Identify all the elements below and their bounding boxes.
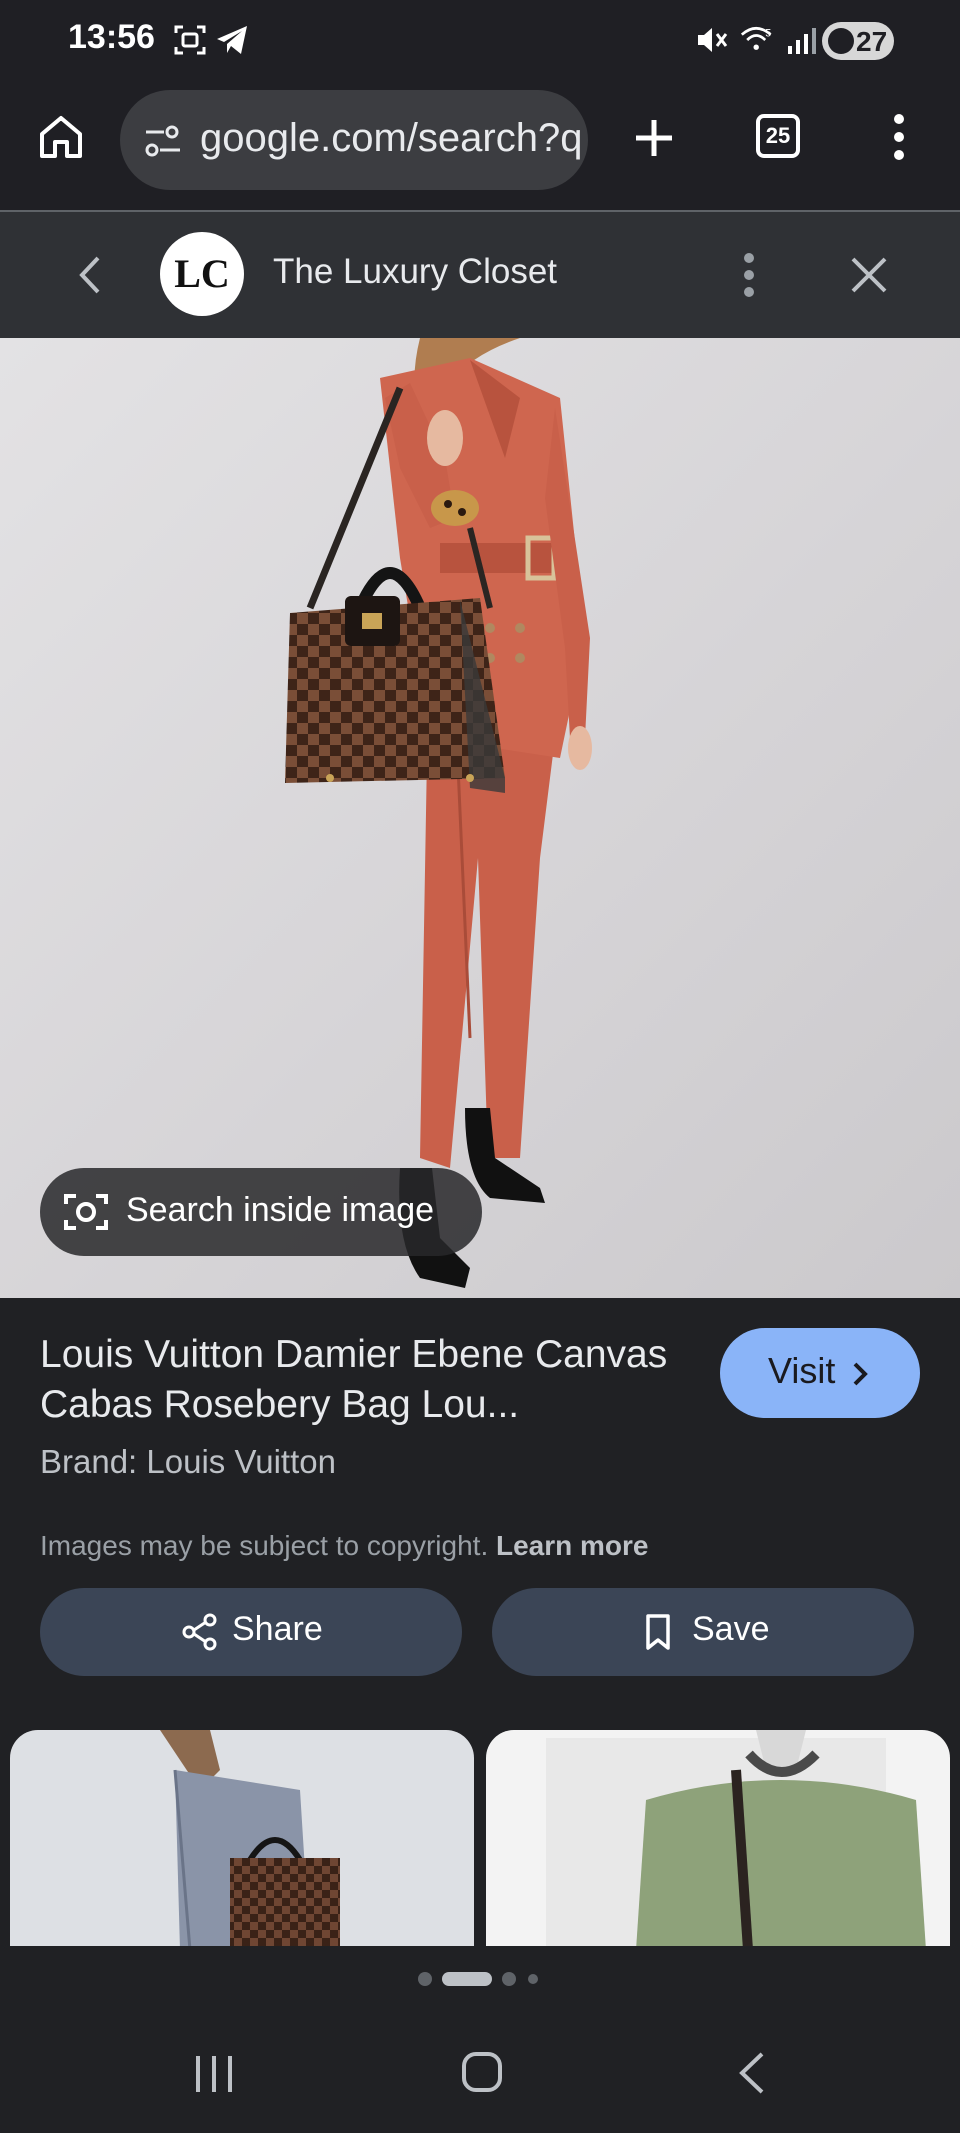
product-image[interactable]: Search inside image [0,338,960,1298]
wifi-icon: 5 [740,26,772,50]
pager-dot [418,1972,432,1986]
source-menu-icon[interactable] [736,250,762,300]
address-bar[interactable]: google.com/search?q [120,90,588,190]
related-image-2 [546,1730,926,1950]
status-bar: 13:56 5 27 [0,0,960,84]
tab-count: 25 [765,123,791,148]
product-details: Louis Vuitton Damier Ebene Canvas Cabas … [0,1298,960,1950]
related-image-1 [160,1730,340,1950]
share-button[interactable]: Share [40,1588,462,1676]
copyright-text: Images may be subject to copyright. [40,1530,489,1561]
bookmark-icon [646,1614,670,1650]
image-pager [0,1946,960,2010]
back-nav-icon[interactable] [734,2050,770,2096]
visit-button[interactable]: Visit [720,1328,920,1418]
related-image-card[interactable] [486,1730,950,1950]
search-inside-image-label: Search inside image [126,1191,435,1229]
source-name[interactable]: The Luxury Closet [273,252,557,292]
pager-dot [528,1974,538,1984]
more-menu-icon[interactable] [884,110,914,164]
share-icon [182,1613,217,1651]
battery-saver-icon [828,28,854,54]
svg-text:5: 5 [765,27,771,39]
system-nav-bar [0,2010,960,2133]
pager-dot [502,1972,516,1986]
tab-switcher-button[interactable]: 25 [756,114,800,158]
copyright-notice: Images may be subject to copyright. Lear… [40,1530,649,1562]
lens-icon [64,1194,108,1230]
chevron-right-icon [853,1362,868,1386]
site-settings-icon[interactable] [142,120,184,162]
search-inside-image-button[interactable]: Search inside image [40,1168,482,1256]
product-title[interactable]: Louis Vuitton Damier Ebene Canvas Cabas … [40,1330,680,1430]
signal-icon [788,28,816,54]
mute-icon [698,28,728,52]
screenshot-icon [174,25,206,55]
battery-indicator: 27 [822,22,894,60]
browser-toolbar: google.com/search?q 25 [0,84,960,213]
back-icon[interactable] [72,254,108,296]
share-label: Share [232,1610,323,1648]
home-icon[interactable] [36,112,86,162]
pager-dot-active [442,1972,492,1986]
visit-label: Visit [768,1350,836,1391]
telegram-icon [217,26,247,54]
close-icon[interactable] [848,254,890,296]
product-brand: Brand: Louis Vuitton [40,1443,336,1480]
model-with-bag-illustration [285,338,592,1288]
image-viewer-header: LC The Luxury Closet [0,212,960,338]
url-text[interactable]: google.com/search?q [200,116,580,161]
status-time: 13:56 [68,18,155,56]
battery-level: 27 [856,26,888,57]
recents-icon[interactable] [192,2052,236,2096]
source-logo: LC [160,232,244,316]
save-label: Save [692,1610,770,1648]
home-nav-icon[interactable] [460,2050,504,2094]
save-button[interactable]: Save [492,1588,914,1676]
related-image-card[interactable] [10,1730,474,1950]
learn-more-link[interactable]: Learn more [496,1530,649,1561]
new-tab-icon[interactable] [630,114,678,162]
